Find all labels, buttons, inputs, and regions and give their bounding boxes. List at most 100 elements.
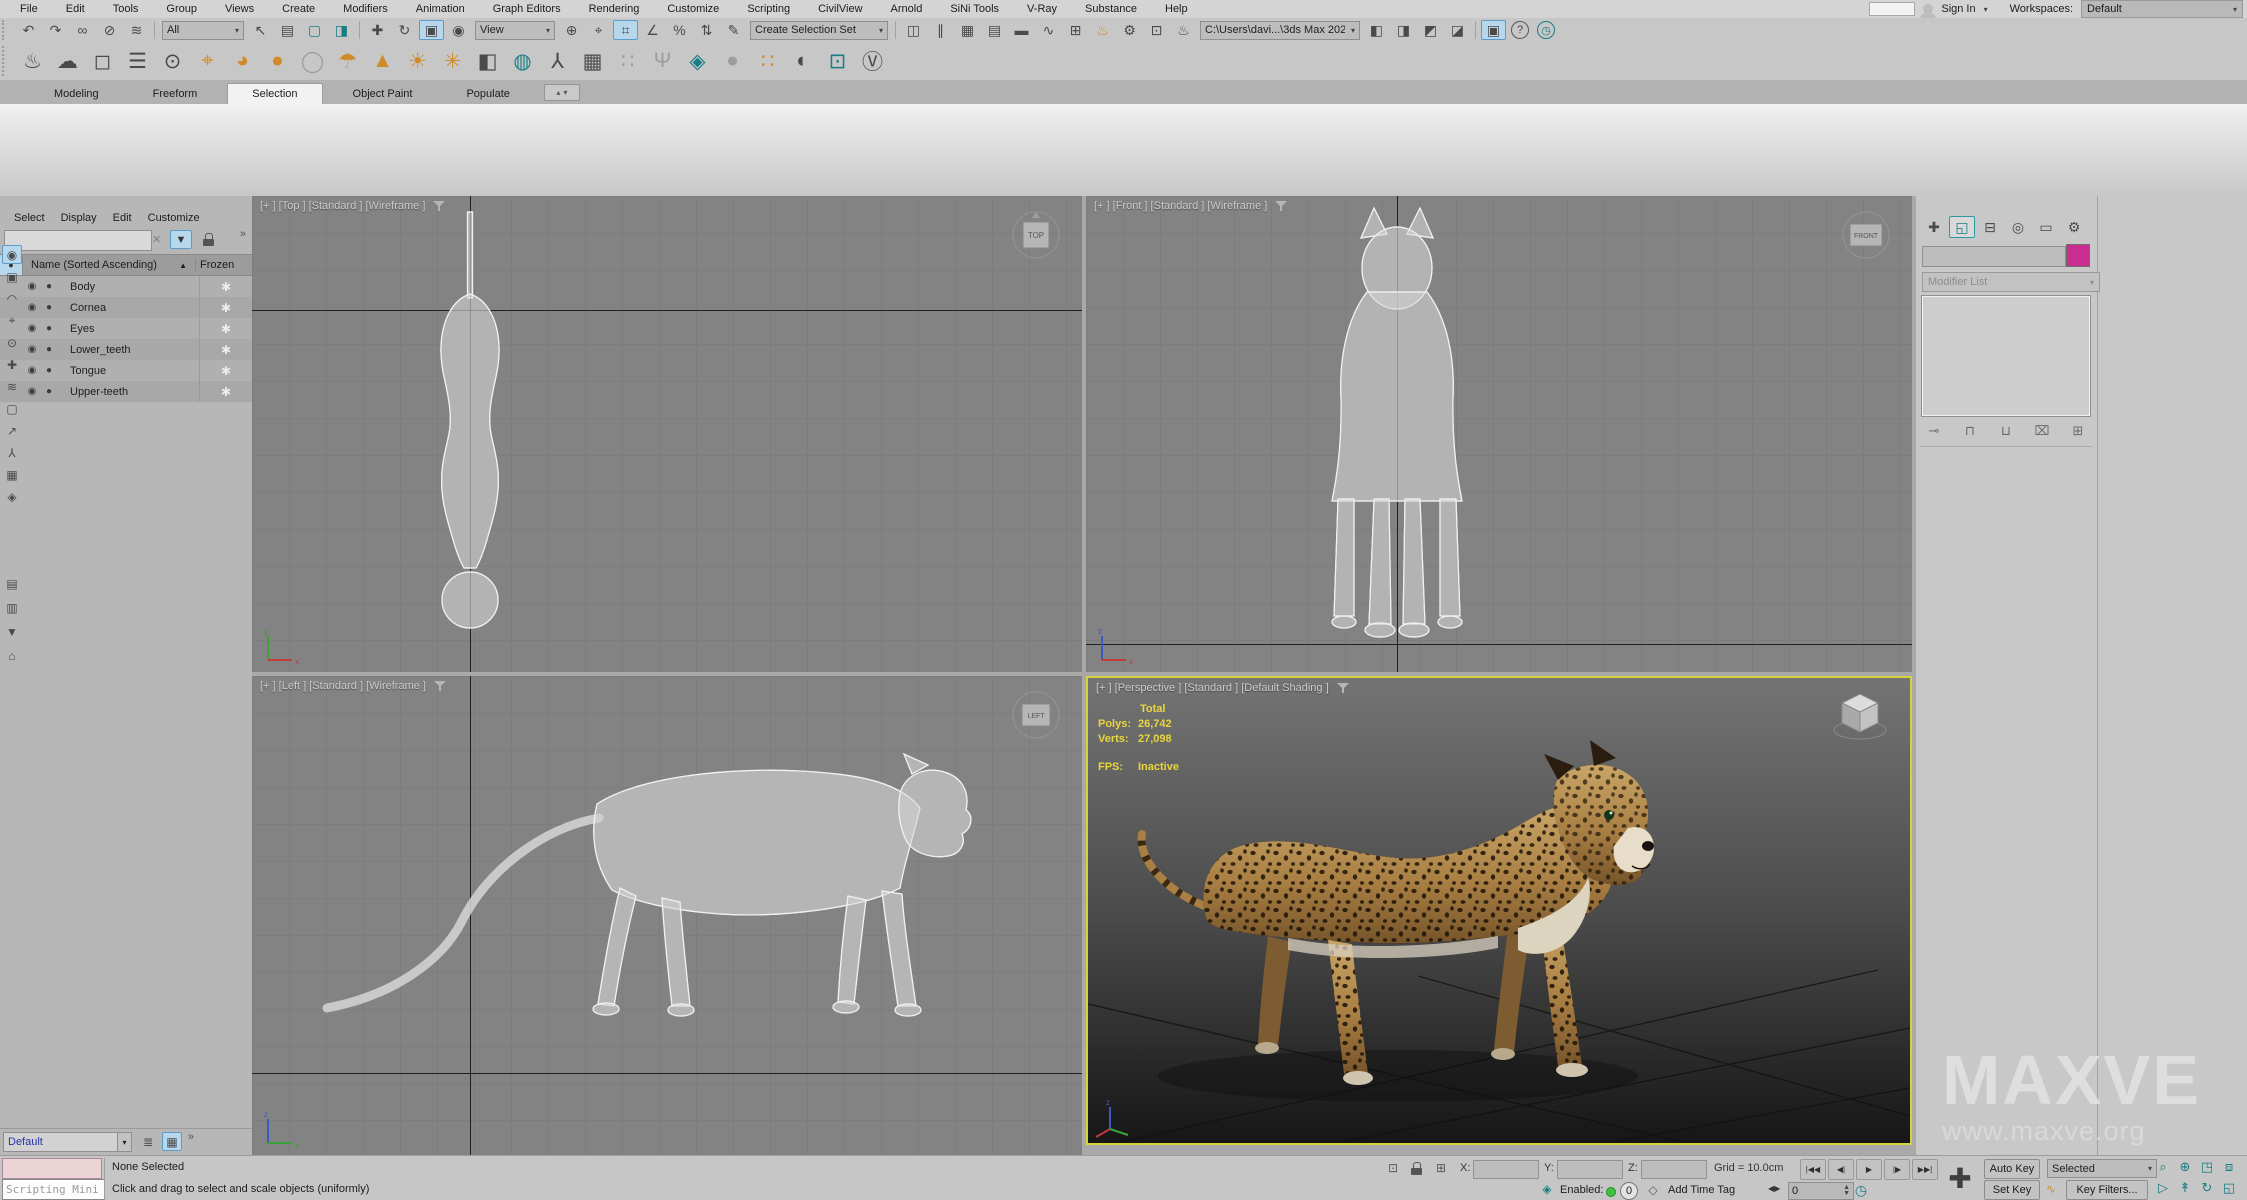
visibility-eye-icon[interactable]: ◉ bbox=[24, 302, 40, 313]
box-primitive-icon[interactable]: ◧ bbox=[471, 46, 504, 76]
filter-groups-icon[interactable]: ▢ bbox=[2, 399, 22, 418]
ribbon-tab[interactable]: Populate bbox=[442, 84, 533, 104]
explorer-mode-icon[interactable]: ▦ bbox=[162, 1132, 182, 1151]
ignite-shield-icon[interactable]: ◈ bbox=[681, 46, 714, 76]
menu-item[interactable]: Help bbox=[1151, 0, 1202, 18]
object-row[interactable]: ◉ ● Cornea ✱ bbox=[0, 297, 252, 318]
menu-item[interactable]: Animation bbox=[402, 0, 479, 18]
asset-library-icon[interactable]: ◻ bbox=[86, 46, 119, 76]
explorer-menu-item[interactable]: Edit bbox=[107, 210, 138, 226]
key-tangent-icon[interactable]: ∿ bbox=[2042, 1181, 2060, 1197]
absolute-mode-icon[interactable]: ⊞ bbox=[1432, 1160, 1450, 1176]
object-name[interactable]: Eyes bbox=[58, 323, 199, 335]
redo-icon[interactable]: ↷ bbox=[43, 20, 68, 40]
trackbar-shield-icon[interactable]: ◈ bbox=[1538, 1181, 1556, 1197]
make-unique-icon[interactable]: ⊔ bbox=[1995, 422, 2017, 440]
dot-grid-icon[interactable]: ∷ bbox=[611, 46, 644, 76]
explorer-more-icon[interactable]: » bbox=[240, 228, 246, 240]
object-name[interactable]: Upper-teeth bbox=[58, 386, 199, 398]
menu-item[interactable]: Scripting bbox=[733, 0, 804, 18]
menu-item[interactable]: Edit bbox=[52, 0, 99, 18]
daylight-icon[interactable]: ✳ bbox=[436, 46, 469, 76]
visibility-eye-icon[interactable]: ◉ bbox=[24, 281, 40, 292]
tab-hierarchy[interactable]: ⊟ bbox=[1977, 216, 2003, 238]
object-color-swatch[interactable] bbox=[2066, 244, 2090, 267]
viewport-top[interactable]: [+ ] [Top ] [Standard ] [Wireframe ] TOP… bbox=[252, 196, 1082, 672]
menu-item[interactable]: Create bbox=[268, 0, 329, 18]
auto-key-button[interactable]: Auto Key bbox=[1984, 1159, 2040, 1179]
frozen-snowflake-icon[interactable]: ✱ bbox=[199, 297, 252, 318]
object-name[interactable]: Tongue bbox=[58, 365, 199, 377]
folder-icon[interactable]: ⌂ bbox=[2, 646, 22, 665]
viewport-label[interactable]: [+ ] [Front ] [Standard ] [Wireframe ] bbox=[1094, 200, 1287, 212]
per-view-filter-icon[interactable] bbox=[433, 201, 445, 211]
view-cube[interactable]: LEFT bbox=[1004, 684, 1068, 748]
project-folder-combo[interactable]: C:\Users\davi...\3ds Max 202...▾ bbox=[1200, 21, 1360, 40]
curve-editor-icon[interactable]: ∿ bbox=[1036, 20, 1061, 40]
state-set-toggle-icon-1[interactable]: ◧ bbox=[1364, 20, 1389, 40]
next-frame-button[interactable]: |▶ bbox=[1884, 1159, 1910, 1180]
edit-named-selection-sets-icon[interactable]: ✎ bbox=[721, 20, 746, 40]
toolbar-grip[interactable] bbox=[2, 46, 11, 76]
toggle-scene-explorer-icon[interactable]: ▦ bbox=[955, 20, 980, 40]
per-view-filter-icon[interactable] bbox=[1275, 201, 1287, 211]
viewport-label[interactable]: [+ ] [Top ] [Standard ] [Wireframe ] bbox=[260, 200, 445, 212]
layer-select-arrow-icon[interactable]: ▾ bbox=[117, 1132, 132, 1152]
undo-icon[interactable]: ↶ bbox=[16, 20, 41, 40]
ribbon-tab[interactable]: Object Paint bbox=[329, 84, 437, 104]
scripting-mini-field[interactable]: Scripting Mini bbox=[2, 1179, 105, 1200]
y-coordinate-field[interactable] bbox=[1557, 1160, 1623, 1179]
mirror-icon[interactable]: ◫ bbox=[901, 20, 926, 40]
ribbon-overflow-button[interactable]: ▴ ▾ bbox=[544, 84, 580, 101]
object-row[interactable]: ◉ ● Body ✱ bbox=[0, 276, 252, 297]
layer-ball-icon[interactable]: ⊡ bbox=[821, 46, 854, 76]
menu-item[interactable]: CivilView bbox=[804, 0, 876, 18]
remove-modifier-icon[interactable]: ⌧ bbox=[2031, 422, 2053, 440]
key-selection-select[interactable]: Selected ▾ bbox=[2047, 1159, 2157, 1178]
tab-modify[interactable]: ◱ bbox=[1949, 216, 1975, 238]
viewport-label-text[interactable]: [+ ] [Perspective ] [Standard ] [Default… bbox=[1096, 682, 1329, 694]
frame-spinner[interactable]: ▲▼ bbox=[1843, 1185, 1850, 1197]
foliage-icon[interactable]: ◍ bbox=[506, 46, 539, 76]
select-and-uniform-scale-icon[interactable]: ▣ bbox=[419, 20, 444, 40]
menu-item[interactable]: SiNi Tools bbox=[936, 0, 1013, 18]
grid-helper-icon[interactable]: ▦ bbox=[576, 46, 609, 76]
object-name-field[interactable] bbox=[1922, 246, 2066, 267]
help-icon[interactable]: ? bbox=[1511, 21, 1529, 39]
maxscript-mini-listener[interactable] bbox=[2, 1158, 102, 1179]
enabled-count-badge[interactable]: 0 bbox=[1620, 1182, 1638, 1200]
frozen-snowflake-icon[interactable]: ✱ bbox=[199, 276, 252, 297]
maximize-viewport-icon[interactable]: ◱ bbox=[2218, 1179, 2240, 1197]
zoom-icon[interactable]: ⌕ bbox=[2152, 1158, 2174, 1176]
select-and-manipulate-icon[interactable]: ⌖ bbox=[586, 20, 611, 40]
unlink-selection-icon[interactable]: ⊘ bbox=[97, 20, 122, 40]
tab-utilities[interactable]: ⚙ bbox=[2061, 216, 2087, 238]
frozen-column-header[interactable]: Frozen bbox=[195, 259, 252, 271]
set-key-button[interactable]: Set Key bbox=[1984, 1180, 2040, 1200]
bones-system-icon[interactable]: ⅄ bbox=[541, 46, 574, 76]
sign-in-button[interactable]: Sign In bbox=[1941, 3, 1975, 15]
grass-scatter-icon[interactable]: Ψ bbox=[646, 46, 679, 76]
show-end-result-icon[interactable]: ⊓ bbox=[1959, 422, 1981, 440]
menu-item[interactable]: File bbox=[6, 0, 52, 18]
filter-containers-icon[interactable]: ▦ bbox=[2, 465, 22, 484]
explorer-menu-item[interactable]: Display bbox=[55, 210, 103, 226]
menu-item[interactable]: V-Ray bbox=[1013, 0, 1071, 18]
active-viewport-icon[interactable]: ▣ bbox=[1481, 20, 1506, 40]
menu-item[interactable]: Views bbox=[211, 0, 268, 18]
view-cube[interactable]: TOP bbox=[1004, 204, 1068, 268]
frame-step-arrows[interactable]: ◀▶ bbox=[1768, 1184, 1780, 1193]
isolate-selection-icon[interactable]: ⊡ bbox=[1384, 1160, 1402, 1176]
filter-xrefs-icon[interactable]: ↗ bbox=[2, 421, 22, 440]
manage-layers-icon[interactable]: ≣ bbox=[138, 1132, 158, 1151]
lock-button[interactable] bbox=[198, 230, 220, 249]
select-by-name-icon[interactable]: ▤ bbox=[275, 20, 300, 40]
cloud-rendering-icon[interactable]: ☁ bbox=[51, 46, 84, 76]
frozen-snowflake-icon[interactable]: ✱ bbox=[199, 339, 252, 360]
menu-item[interactable]: Arnold bbox=[877, 0, 937, 18]
frozen-snowflake-icon[interactable]: ✱ bbox=[199, 381, 252, 402]
modifier-list-select[interactable]: Modifier List ▾ bbox=[1922, 272, 2100, 292]
rendered-frame-window-icon[interactable]: ⊡ bbox=[1144, 20, 1169, 40]
menu-item[interactable]: Group bbox=[152, 0, 211, 18]
updates-icon[interactable]: ◷ bbox=[1537, 21, 1555, 39]
